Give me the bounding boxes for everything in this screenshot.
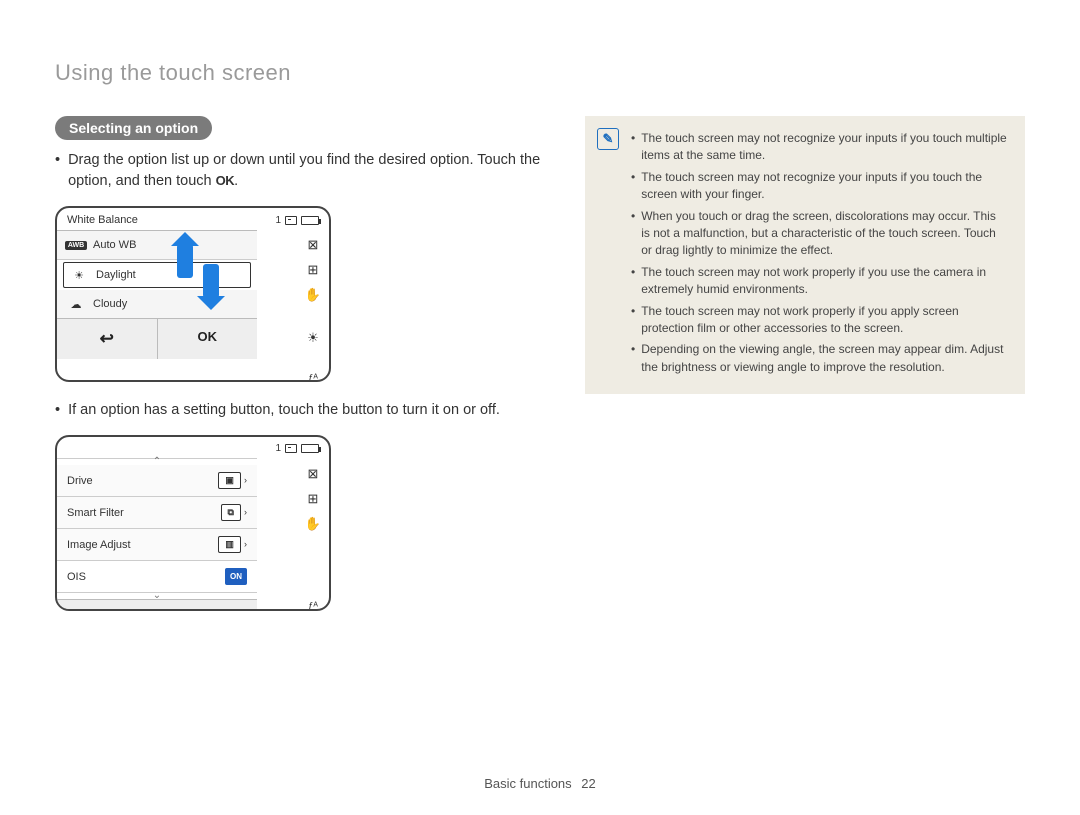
battery-icon xyxy=(301,444,319,453)
memory-icon xyxy=(285,444,297,453)
battery-icon xyxy=(301,216,319,225)
instruction-2-text: If an option has a setting button, touch… xyxy=(68,400,500,421)
option-daylight[interactable]: ☀ Daylight xyxy=(63,262,251,288)
screen2-count: 1 xyxy=(275,443,281,454)
screen1-title: White Balance xyxy=(67,214,138,226)
setting-image-adjust[interactable]: Image Adjust ▥ › xyxy=(57,529,257,561)
instruction-2: • If an option has a setting button, tou… xyxy=(55,400,545,421)
memory-icon xyxy=(285,216,297,225)
screen1-header: White Balance 1 xyxy=(57,208,329,230)
note-box: ✎ •The touch screen may not recognize yo… xyxy=(585,116,1025,394)
back-button[interactable]: ↩ xyxy=(57,600,257,611)
page-title: Using the touch screen xyxy=(55,60,1025,86)
setting-label: OIS xyxy=(67,571,86,583)
setting-drive[interactable]: Drive ▣ › xyxy=(57,465,257,497)
side-icon[interactable]: ⊠ xyxy=(307,238,318,251)
chip-icon: ▥ xyxy=(225,539,234,550)
chip-icon: ⧉ xyxy=(228,507,234,518)
bullet-icon: • xyxy=(55,400,60,421)
setting-value[interactable]: ⧉ › xyxy=(221,504,248,521)
chevron-right-icon: › xyxy=(244,475,247,485)
columns: Selecting an option • Drag the option li… xyxy=(55,116,1025,629)
side-icon[interactable]: ƒᴬ xyxy=(308,374,318,382)
sun-icon: ☀ xyxy=(70,268,88,282)
screen1-list[interactable]: AWB Auto WB ☀ Daylight ☁ Cloudy xyxy=(57,230,257,318)
option-auto-wb[interactable]: AWB Auto WB xyxy=(57,231,257,260)
footer-section: Basic functions xyxy=(484,776,571,791)
bullet-icon: • xyxy=(55,150,60,192)
screen1-side-icons: ⊠ ⊞ ✋ ☀ ƒᴬ xyxy=(305,238,321,382)
screen2-side-icons: ⊠ ⊞ ✋ ƒᴬ xyxy=(305,467,321,611)
side-icon[interactable]: ƒᴬ xyxy=(308,602,318,611)
note-text: The touch screen may not work properly i… xyxy=(641,303,1007,338)
screen2-button-bar: ↩ xyxy=(57,599,257,611)
ois-on-toggle[interactable]: ON xyxy=(225,568,247,585)
screen1-button-bar: ↩ OK xyxy=(57,318,257,359)
option-label: Daylight xyxy=(96,269,136,281)
side-icon[interactable]: ☀ xyxy=(307,331,319,344)
setting-toggle[interactable]: ON xyxy=(225,568,247,585)
option-cloudy[interactable]: ☁ Cloudy xyxy=(57,290,257,318)
side-icon[interactable]: ⊞ xyxy=(307,492,318,505)
note-item: •The touch screen may not work properly … xyxy=(631,264,1007,299)
note-text: When you touch or drag the screen, disco… xyxy=(641,208,1007,260)
ok-glyph-inline: OK xyxy=(216,173,235,188)
note-item: •The touch screen may not recognize your… xyxy=(631,130,1007,165)
page-footer: Basic functions 22 xyxy=(0,776,1080,791)
screen1-status: 1 xyxy=(275,215,319,226)
back-button[interactable]: ↩ xyxy=(57,319,158,359)
instruction-1-part-a: Drag the option list up or down until yo… xyxy=(68,152,540,189)
setting-label: Drive xyxy=(67,475,93,487)
right-column: ✎ •The touch screen may not recognize yo… xyxy=(585,116,1025,629)
setting-ois[interactable]: OIS ON xyxy=(57,561,257,593)
screen1-count: 1 xyxy=(275,215,281,226)
note-icon: ✎ xyxy=(597,128,619,150)
screen2-status: 1 xyxy=(275,443,319,454)
instruction-1: • Drag the option list up or down until … xyxy=(55,150,545,192)
setting-smart-filter[interactable]: Smart Filter ⧉ › xyxy=(57,497,257,529)
side-icon[interactable]: ⊠ xyxy=(307,467,318,480)
side-icon[interactable]: ⊞ xyxy=(307,263,318,276)
chevron-right-icon: › xyxy=(244,539,247,549)
awb-icon: AWB xyxy=(67,238,85,252)
instruction-1-part-b: . xyxy=(234,173,238,189)
setting-value[interactable]: ▥ › xyxy=(218,536,247,553)
note-item: •When you touch or drag the screen, disc… xyxy=(631,208,1007,260)
page-number: 22 xyxy=(581,776,595,791)
note-text: The touch screen may not recognize your … xyxy=(641,130,1007,165)
setting-label: Smart Filter xyxy=(67,507,124,519)
section-heading: Selecting an option xyxy=(55,116,212,140)
note-list: •The touch screen may not recognize your… xyxy=(631,130,1007,376)
setting-label: Image Adjust xyxy=(67,539,131,551)
left-column: Selecting an option • Drag the option li… xyxy=(55,116,545,629)
note-text: The touch screen may not work properly i… xyxy=(641,264,1007,299)
screen2-header: 1 xyxy=(57,437,329,458)
note-text: The touch screen may not recognize your … xyxy=(641,169,1007,204)
cloud-icon: ☁ xyxy=(67,297,85,311)
setting-value[interactable]: ▣ › xyxy=(218,472,247,489)
chevron-right-icon: › xyxy=(244,507,247,517)
note-item: •The touch screen may not recognize your… xyxy=(631,169,1007,204)
note-text: Depending on the viewing angle, the scre… xyxy=(641,341,1007,376)
option-label: Cloudy xyxy=(93,298,127,310)
note-item: •Depending on the viewing angle, the scr… xyxy=(631,341,1007,376)
option-label: Auto WB xyxy=(93,239,136,251)
screen-settings: 1 ⌃ Drive ▣ › Smart Filter ⧉ › Image Adj… xyxy=(55,435,331,611)
side-icon[interactable]: ✋ xyxy=(305,288,321,301)
screen-white-balance: White Balance 1 AWB Auto WB ☀ Daylight ☁ xyxy=(55,206,331,382)
instruction-1-text: Drag the option list up or down until yo… xyxy=(68,150,545,192)
note-item: •The touch screen may not work properly … xyxy=(631,303,1007,338)
ok-button[interactable]: OK xyxy=(158,319,258,359)
side-icon[interactable]: ✋ xyxy=(305,517,321,530)
chip-icon: ▣ xyxy=(225,475,234,486)
screen2-list[interactable]: ⌃ Drive ▣ › Smart Filter ⧉ › Image Adjus… xyxy=(57,458,257,599)
